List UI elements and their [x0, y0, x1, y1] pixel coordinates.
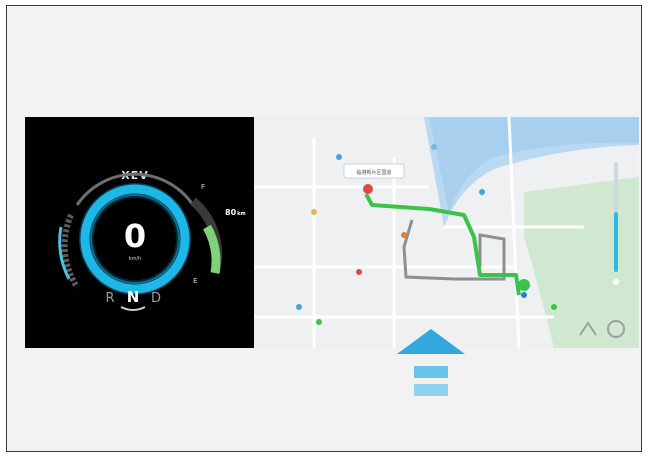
map-graphic: 临港新片区国道 — [254, 117, 639, 348]
speed-unit: km/h — [129, 256, 142, 262]
gauge-bottom-label: E — [193, 277, 197, 285]
range-value: 80km — [225, 208, 246, 217]
alternate-route — [402, 219, 506, 281]
navigation-map[interactable]: 临港新片区国道 — [254, 117, 639, 348]
current-location-icon — [521, 292, 527, 298]
start-marker-icon[interactable] — [363, 184, 373, 194]
swipe-up-arrow-icon[interactable] — [397, 329, 465, 404]
zoom-slider[interactable] — [614, 212, 618, 272]
gear-d: D — [151, 291, 161, 306]
zoom-handle[interactable] — [613, 279, 619, 285]
destination-marker-icon[interactable] — [518, 279, 530, 291]
cluster-graphic: XEV F E 80km 0 km/h R N D — [58, 169, 246, 311]
battery-gauge-fill — [202, 224, 221, 274]
gauge-top-label: F — [201, 183, 205, 191]
speed-value: 0 — [124, 217, 146, 255]
gear-r: R — [105, 291, 114, 306]
destination-label: 临港新片区国道 — [356, 169, 391, 176]
gear-indicator — [120, 306, 146, 311]
gear-n: N — [127, 288, 140, 306]
instrument-cluster: XEV F E 80km 0 km/h R N D — [25, 117, 254, 348]
